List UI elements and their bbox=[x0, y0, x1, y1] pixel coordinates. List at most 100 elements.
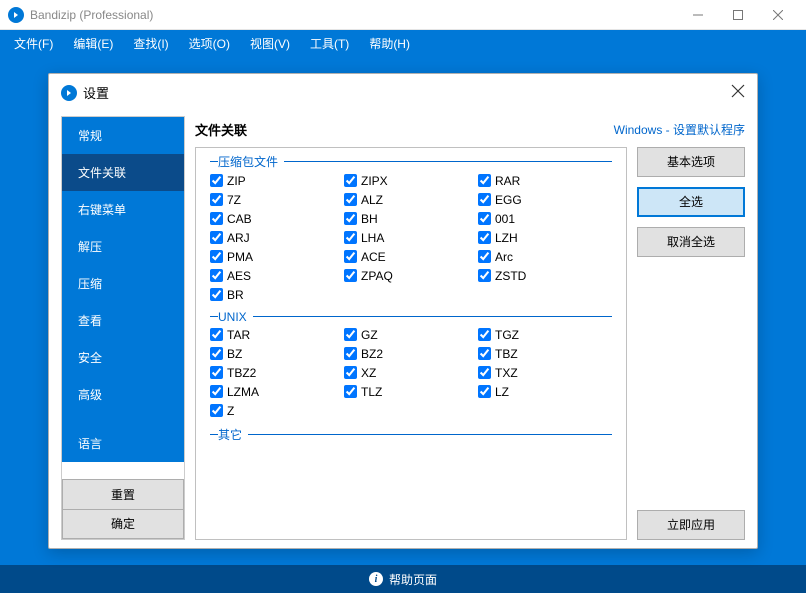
sidebar-item-view[interactable]: 查看 bbox=[62, 302, 184, 339]
checkbox-zip[interactable] bbox=[210, 174, 223, 187]
menu-tools[interactable]: 工具(T) bbox=[300, 35, 359, 52]
deselect-all-button[interactable]: 取消全选 bbox=[637, 227, 745, 257]
checkbox-lzma[interactable] bbox=[210, 385, 223, 398]
sidebar-item-general[interactable]: 常规 bbox=[62, 117, 184, 154]
menu-file[interactable]: 文件(F) bbox=[4, 35, 63, 52]
checkbox-xz[interactable] bbox=[344, 366, 357, 379]
checkbox-7z[interactable] bbox=[210, 193, 223, 206]
checkbox-tbz[interactable] bbox=[478, 347, 491, 360]
check-bz[interactable]: BZ bbox=[210, 347, 344, 361]
check-zstd[interactable]: ZSTD bbox=[478, 269, 612, 283]
main-area: 设置 常规 文件关联 右键菜单 解压 压缩 查看 安全 高级 语言 bbox=[0, 56, 806, 565]
menu-view[interactable]: 视图(V) bbox=[240, 35, 300, 52]
content-row: 压缩包文件 ZIPZIPXRAR7ZALZEGGCABBH001ARJLHALZ… bbox=[195, 147, 745, 540]
checkbox-tbz2[interactable] bbox=[210, 366, 223, 379]
checkbox-arc[interactable] bbox=[478, 250, 491, 263]
sidebar-item-language[interactable]: 语言 bbox=[62, 425, 184, 462]
menu-options[interactable]: 选项(O) bbox=[179, 35, 240, 52]
check-lzma[interactable]: LZMA bbox=[210, 385, 344, 399]
check-bh[interactable]: BH bbox=[344, 212, 478, 226]
checkbox-br[interactable] bbox=[210, 288, 223, 301]
content-header: 文件关联 Windows - 设置默认程序 bbox=[195, 116, 745, 147]
basic-options-button[interactable]: 基本选项 bbox=[637, 147, 745, 177]
checkbox-bh[interactable] bbox=[344, 212, 357, 225]
check-label: LZH bbox=[495, 231, 518, 245]
check-alz[interactable]: ALZ bbox=[344, 193, 478, 207]
reset-button[interactable]: 重置 bbox=[62, 479, 184, 509]
check-zipx[interactable]: ZIPX bbox=[344, 174, 478, 188]
checkbox-tlz[interactable] bbox=[344, 385, 357, 398]
checkbox-alz[interactable] bbox=[344, 193, 357, 206]
sidebar-item-advanced[interactable]: 高级 bbox=[62, 376, 184, 413]
checkbox-tgz[interactable] bbox=[478, 328, 491, 341]
checkbox-zstd[interactable] bbox=[478, 269, 491, 282]
check-7z[interactable]: 7Z bbox=[210, 193, 344, 207]
select-all-button[interactable]: 全选 bbox=[637, 187, 745, 217]
checkbox-zpaq[interactable] bbox=[344, 269, 357, 282]
checkbox-bz[interactable] bbox=[210, 347, 223, 360]
sidebar-item-context-menu[interactable]: 右键菜单 bbox=[62, 191, 184, 228]
sidebar-separator bbox=[62, 413, 184, 425]
checkbox-aes[interactable] bbox=[210, 269, 223, 282]
check-arj[interactable]: ARJ bbox=[210, 231, 344, 245]
checkbox-cab[interactable] bbox=[210, 212, 223, 225]
sidebar-item-security[interactable]: 安全 bbox=[62, 339, 184, 376]
check-bz2[interactable]: BZ2 bbox=[344, 347, 478, 361]
check-label: 7Z bbox=[227, 193, 241, 207]
apply-now-button[interactable]: 立即应用 bbox=[637, 510, 745, 540]
windows-default-link[interactable]: Windows - 设置默认程序 bbox=[614, 121, 745, 138]
checkbox-egg[interactable] bbox=[478, 193, 491, 206]
check-arc[interactable]: Arc bbox=[478, 250, 612, 264]
checkbox-panel[interactable]: 压缩包文件 ZIPZIPXRAR7ZALZEGGCABBH001ARJLHALZ… bbox=[195, 147, 627, 540]
checkbox-lzh[interactable] bbox=[478, 231, 491, 244]
check-lz[interactable]: LZ bbox=[478, 385, 612, 399]
checkbox-lz[interactable] bbox=[478, 385, 491, 398]
check-xz[interactable]: XZ bbox=[344, 366, 478, 380]
check-lha[interactable]: LHA bbox=[344, 231, 478, 245]
checkbox-ace[interactable] bbox=[344, 250, 357, 263]
check-rar[interactable]: RAR bbox=[478, 174, 612, 188]
check-tgz[interactable]: TGZ bbox=[478, 328, 612, 342]
check-ace[interactable]: ACE bbox=[344, 250, 478, 264]
checkbox-z[interactable] bbox=[210, 404, 223, 417]
check-001[interactable]: 001 bbox=[478, 212, 612, 226]
maximize-button[interactable] bbox=[718, 0, 758, 30]
check-tar[interactable]: TAR bbox=[210, 328, 344, 342]
check-cab[interactable]: CAB bbox=[210, 212, 344, 226]
checkbox-bz2[interactable] bbox=[344, 347, 357, 360]
check-z[interactable]: Z bbox=[210, 404, 344, 418]
checkbox-pma[interactable] bbox=[210, 250, 223, 263]
minimize-button[interactable] bbox=[678, 0, 718, 30]
checkbox-txz[interactable] bbox=[478, 366, 491, 379]
check-tbz[interactable]: TBZ bbox=[478, 347, 612, 361]
sidebar-item-file-assoc[interactable]: 文件关联 bbox=[62, 154, 184, 191]
check-tlz[interactable]: TLZ bbox=[344, 385, 478, 399]
checkbox-lha[interactable] bbox=[344, 231, 357, 244]
checkbox-arj[interactable] bbox=[210, 231, 223, 244]
check-tbz2[interactable]: TBZ2 bbox=[210, 366, 344, 380]
check-zpaq[interactable]: ZPAQ bbox=[344, 269, 478, 283]
check-pma[interactable]: PMA bbox=[210, 250, 344, 264]
check-egg[interactable]: EGG bbox=[478, 193, 612, 207]
checkbox-tar[interactable] bbox=[210, 328, 223, 341]
check-label: TAR bbox=[227, 328, 250, 342]
checkbox-zipx[interactable] bbox=[344, 174, 357, 187]
check-lzh[interactable]: LZH bbox=[478, 231, 612, 245]
close-button[interactable] bbox=[758, 0, 798, 30]
ok-button[interactable]: 确定 bbox=[62, 509, 184, 539]
check-br[interactable]: BR bbox=[210, 288, 344, 302]
dialog-close-button[interactable] bbox=[731, 84, 745, 101]
check-txz[interactable]: TXZ bbox=[478, 366, 612, 380]
checkbox-gz[interactable] bbox=[344, 328, 357, 341]
check-aes[interactable]: AES bbox=[210, 269, 344, 283]
sidebar-item-compress[interactable]: 压缩 bbox=[62, 265, 184, 302]
sidebar-item-extract[interactable]: 解压 bbox=[62, 228, 184, 265]
checkbox-001[interactable] bbox=[478, 212, 491, 225]
menu-find[interactable]: 查找(I) bbox=[123, 35, 178, 52]
menu-help[interactable]: 帮助(H) bbox=[359, 35, 420, 52]
check-zip[interactable]: ZIP bbox=[210, 174, 344, 188]
check-gz[interactable]: GZ bbox=[344, 328, 478, 342]
footer-help[interactable]: i 帮助页面 bbox=[0, 565, 806, 593]
menu-edit[interactable]: 编辑(E) bbox=[63, 35, 123, 52]
checkbox-rar[interactable] bbox=[478, 174, 491, 187]
